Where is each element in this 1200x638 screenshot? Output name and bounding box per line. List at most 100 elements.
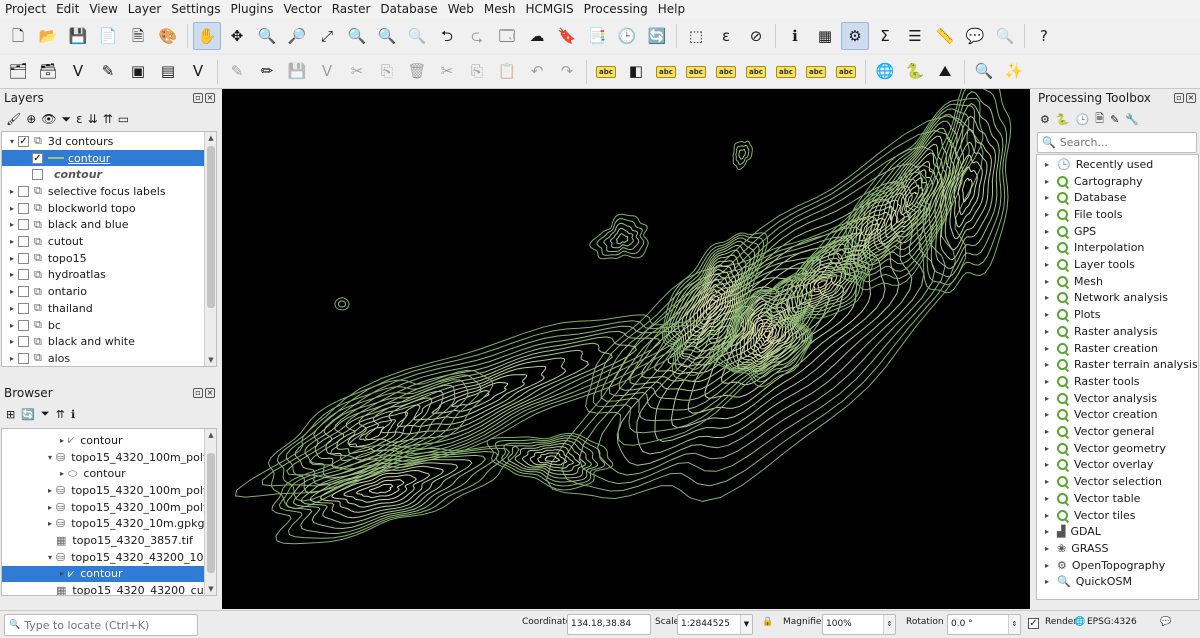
browser-item[interactable]: ▸ ⩗ contour — [2, 432, 205, 449]
chevron-right-icon[interactable]: ▸ — [1041, 277, 1053, 286]
layer-visibility-checkbox[interactable] — [18, 336, 29, 348]
scale-field[interactable]: 1:2844525 ▼ — [677, 614, 753, 635]
layer-visibility-checkbox[interactable] — [18, 302, 29, 314]
data-source-manager-button[interactable]: 🗂 — [4, 58, 32, 86]
zoom-to-layer-button[interactable]: 🔍 — [373, 22, 401, 50]
new-3d-view-button[interactable]: ☁ — [523, 22, 551, 50]
chevron-right-icon[interactable]: ▸ — [44, 503, 56, 512]
magic-wand-button[interactable]: ✨ — [1000, 58, 1028, 86]
temporal-controller-button[interactable]: 🕒 — [613, 22, 641, 50]
add-selected-icon[interactable]: ⊞ — [6, 408, 15, 421]
chevron-right-icon[interactable]: ▸ — [1041, 394, 1053, 403]
locator-bar[interactable]: 🔍 — [4, 614, 198, 636]
close-panel-icon[interactable]: × — [1186, 93, 1196, 103]
chevron-right-icon[interactable]: ▸ — [1041, 344, 1053, 353]
hide-label-button[interactable]: abc — [832, 58, 860, 86]
chevron-right-icon[interactable]: ▸ — [1041, 377, 1053, 386]
chevron-right-icon[interactable]: ▸ — [1041, 310, 1053, 319]
layer-visibility-checkbox[interactable] — [18, 286, 29, 298]
toolbox-provider-item[interactable]: ▸ Vector creation — [1037, 407, 1198, 424]
chevron-right-icon[interactable]: ▸ — [6, 287, 18, 296]
models-icon[interactable]: ⚙ — [1040, 113, 1050, 126]
new-layer-button[interactable]: 🗃 — [34, 58, 62, 86]
menu-project[interactable]: Project — [0, 0, 51, 19]
digitize-button[interactable]: ✎ — [94, 58, 122, 86]
save-edits-button[interactable]: 💾 — [283, 58, 311, 86]
chevron-right-icon[interactable]: ▸ — [44, 519, 56, 528]
float-panel-icon[interactable]: ▫ — [193, 388, 203, 398]
chevron-right-icon[interactable]: ▸ — [6, 337, 18, 346]
chevron-down-icon[interactable]: ▼ — [740, 615, 752, 634]
browser-item[interactable]: ▸ ⬭ contour — [2, 465, 205, 482]
chevron-right-icon[interactable]: ▸ — [1041, 177, 1053, 186]
info-icon[interactable]: ℹ — [71, 408, 75, 421]
chevron-right-icon[interactable]: ▸ — [1041, 511, 1053, 520]
chevron-right-icon[interactable]: ▸ — [1041, 210, 1053, 219]
toolbox-search-input[interactable] — [1059, 136, 1190, 149]
close-panel-icon[interactable]: × — [205, 388, 215, 398]
history-icon[interactable]: 🕒 — [1076, 113, 1090, 126]
zoom-native-button[interactable]: 🔍 — [403, 22, 431, 50]
scroll-thumb[interactable] — [207, 146, 215, 308]
layers-scrollbar[interactable]: ▲ ▼ — [204, 132, 216, 366]
help-button[interactable]: ? — [1030, 22, 1058, 50]
toolbox-provider-item[interactable]: ▸ Vector tiles — [1037, 507, 1198, 524]
layer-visibility-checkbox[interactable]: ✓ — [18, 135, 29, 147]
crs-globe-icon[interactable]: 🌐 — [1074, 617, 1085, 627]
toolbox-provider-item[interactable]: ▸ Plots — [1037, 306, 1198, 323]
chevron-right-icon[interactable]: ▸ — [6, 204, 18, 213]
add-feature-button[interactable]: V — [313, 58, 341, 86]
chevron-right-icon[interactable]: ▸ — [6, 187, 18, 196]
chevron-right-icon[interactable]: ▸ — [1041, 494, 1053, 503]
chevron-right-icon[interactable]: ▸ — [1041, 293, 1053, 302]
undo-button[interactable]: ↶ — [523, 58, 551, 86]
zoom-out-button[interactable]: 🔎 — [283, 22, 311, 50]
chevron-right-icon[interactable]: ▸ — [1041, 577, 1053, 586]
chevron-right-icon[interactable]: ▸ — [6, 321, 18, 330]
show-bookmarks-button[interactable]: 📑 — [583, 22, 611, 50]
scroll-thumb[interactable] — [207, 453, 215, 573]
browser-item[interactable]: ▦ topo15_4320_43200_cubic.tif — [2, 582, 205, 595]
browser-item[interactable]: ▾⛁ topo15_4320_100m_polygons.gpkg — [2, 449, 205, 466]
vertex-tool-button[interactable]: ✂ — [343, 58, 371, 86]
cut-button[interactable]: ✂ — [433, 58, 461, 86]
diagram-button[interactable]: ◧ — [622, 58, 650, 86]
layer-item[interactable]: ▸ ⧉ thailand — [2, 300, 205, 317]
paste-button[interactable]: 📋 — [493, 58, 521, 86]
toolbox-provider-item[interactable]: ▸ 🔍 QuickOSM — [1037, 574, 1198, 591]
chevron-right-icon[interactable]: ▸ — [1041, 477, 1053, 486]
toolbox-provider-item[interactable]: ▸ Raster analysis — [1037, 323, 1198, 340]
remove-layer-icon[interactable]: ▭ — [118, 112, 129, 126]
menu-web[interactable]: Web — [443, 0, 479, 19]
refresh-icon[interactable]: 🔄 — [21, 408, 35, 421]
pan-to-selection-button[interactable]: ✥ — [223, 22, 251, 50]
browser-item[interactable]: ▸⛁ topo15_4320_100m_polygons.gpkg — [2, 482, 205, 499]
chevron-right-icon[interactable]: ▸ — [1041, 227, 1053, 236]
chevron-right-icon[interactable]: ▸ — [6, 354, 18, 363]
chevron-right-icon[interactable]: ▸ — [56, 569, 68, 578]
terrain-button[interactable]: ⛰ — [931, 58, 959, 86]
chevron-right-icon[interactable]: ▸ — [1041, 460, 1053, 469]
layer-item[interactable]: contour — [2, 166, 205, 183]
chevron-right-icon[interactable]: ▸ — [6, 304, 18, 313]
measure-button[interactable]: 📏 — [931, 22, 959, 50]
style-brush-icon[interactable]: 🖌 — [6, 112, 21, 126]
chevron-right-icon[interactable]: ▸ — [6, 237, 18, 246]
new-map-view-button[interactable]: 🗔 — [493, 22, 521, 50]
open-project-button[interactable]: 📂 — [34, 22, 62, 50]
layer-visibility-checkbox[interactable]: ✓ — [32, 152, 43, 164]
label-tool-button[interactable]: abc — [592, 58, 620, 86]
collapse-all-icon[interactable]: ⇈ — [103, 112, 113, 126]
bookmark-button[interactable]: 🔖 — [553, 22, 581, 50]
layer-visibility-checkbox[interactable] — [18, 319, 29, 331]
menu-vector[interactable]: Vector — [278, 0, 326, 19]
zoom-full-button[interactable]: ⤢ — [313, 22, 341, 50]
redo-button[interactable]: ↷ — [553, 58, 581, 86]
layer-visibility-checkbox[interactable] — [18, 202, 29, 214]
globe-button[interactable]: 🌐 — [871, 58, 899, 86]
menu-help[interactable]: Help — [653, 0, 690, 19]
edit-pencil-button[interactable]: ✎ — [223, 58, 251, 86]
select-by-expression-button[interactable]: ε — [712, 22, 740, 50]
menu-view[interactable]: View — [84, 0, 122, 19]
move-label-button[interactable]: abc — [742, 58, 770, 86]
